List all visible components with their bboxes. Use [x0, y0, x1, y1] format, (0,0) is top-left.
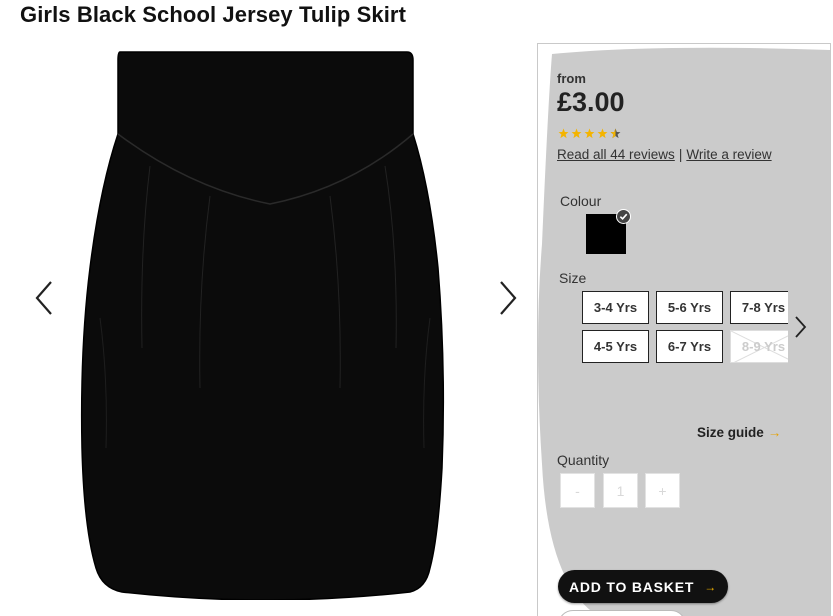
quantity-decrease-button[interactable]: - — [560, 473, 595, 508]
size-option-8-9-unavailable: 8-9 Yrs — [730, 330, 788, 363]
product-title: Girls Black School Jersey Tulip Skirt — [20, 2, 406, 27]
add-to-basket-label: ADD TO BASKET — [568, 578, 695, 595]
size-guide-link[interactable]: Size guide → — [697, 425, 781, 440]
gallery-prev-button[interactable] — [30, 278, 60, 318]
size-option-4-5[interactable]: 4-5 Yrs — [582, 330, 649, 363]
size-option-3-4[interactable]: 3-4 Yrs — [582, 291, 649, 324]
product-options-panel: from £3.00 Read all 44 reviews | Write a r… — [537, 43, 831, 616]
reviews-separator: | — [678, 147, 683, 162]
size-option-5-6[interactable]: 5-6 Yrs — [656, 291, 723, 324]
quantity-label: Quantity — [557, 452, 610, 468]
arrow-right-icon: → — [767, 425, 782, 440]
price-from-label: from — [557, 71, 586, 86]
read-reviews-link[interactable]: Read all 44 reviews — [557, 147, 675, 162]
product-gallery — [0, 40, 537, 615]
star-icon — [597, 128, 608, 139]
size-options: 3-4 Yrs 4-5 Yrs 5-6 Yrs 6-7 Yrs 7-8 Yrs … — [582, 291, 788, 365]
quantity-increase-button[interactable]: + — [645, 473, 680, 508]
size-option-label: 8-9 Yrs — [741, 339, 786, 354]
add-to-basket-button[interactable]: ADD TO BASKET → — [558, 570, 728, 603]
chevron-right-icon — [795, 316, 807, 338]
product-image — [80, 51, 445, 600]
arrow-right-icon: → — [704, 579, 718, 594]
star-icon — [584, 128, 595, 139]
rating-stars — [558, 128, 621, 139]
star-icon — [571, 128, 582, 139]
reviews-links: Read all 44 reviews | Write a review — [557, 147, 772, 162]
secondary-action-button[interactable] — [558, 610, 686, 616]
chevron-left-icon — [35, 281, 52, 315]
gallery-next-button[interactable] — [492, 278, 522, 318]
size-option-7-8[interactable]: 7-8 Yrs — [730, 291, 788, 324]
size-next-button[interactable] — [791, 314, 809, 340]
quantity-input[interactable]: 1 — [603, 473, 638, 508]
write-review-link[interactable]: Write a review — [686, 147, 771, 162]
colour-label: Colour — [560, 193, 602, 209]
star-half-icon — [610, 128, 621, 139]
product-price: £3.00 — [557, 87, 625, 117]
star-icon — [558, 128, 569, 139]
size-option-6-7[interactable]: 6-7 Yrs — [656, 330, 723, 363]
size-guide-label: Size guide — [697, 425, 764, 440]
size-label: Size — [559, 270, 587, 286]
chevron-right-icon — [500, 281, 517, 315]
check-icon — [616, 209, 631, 224]
